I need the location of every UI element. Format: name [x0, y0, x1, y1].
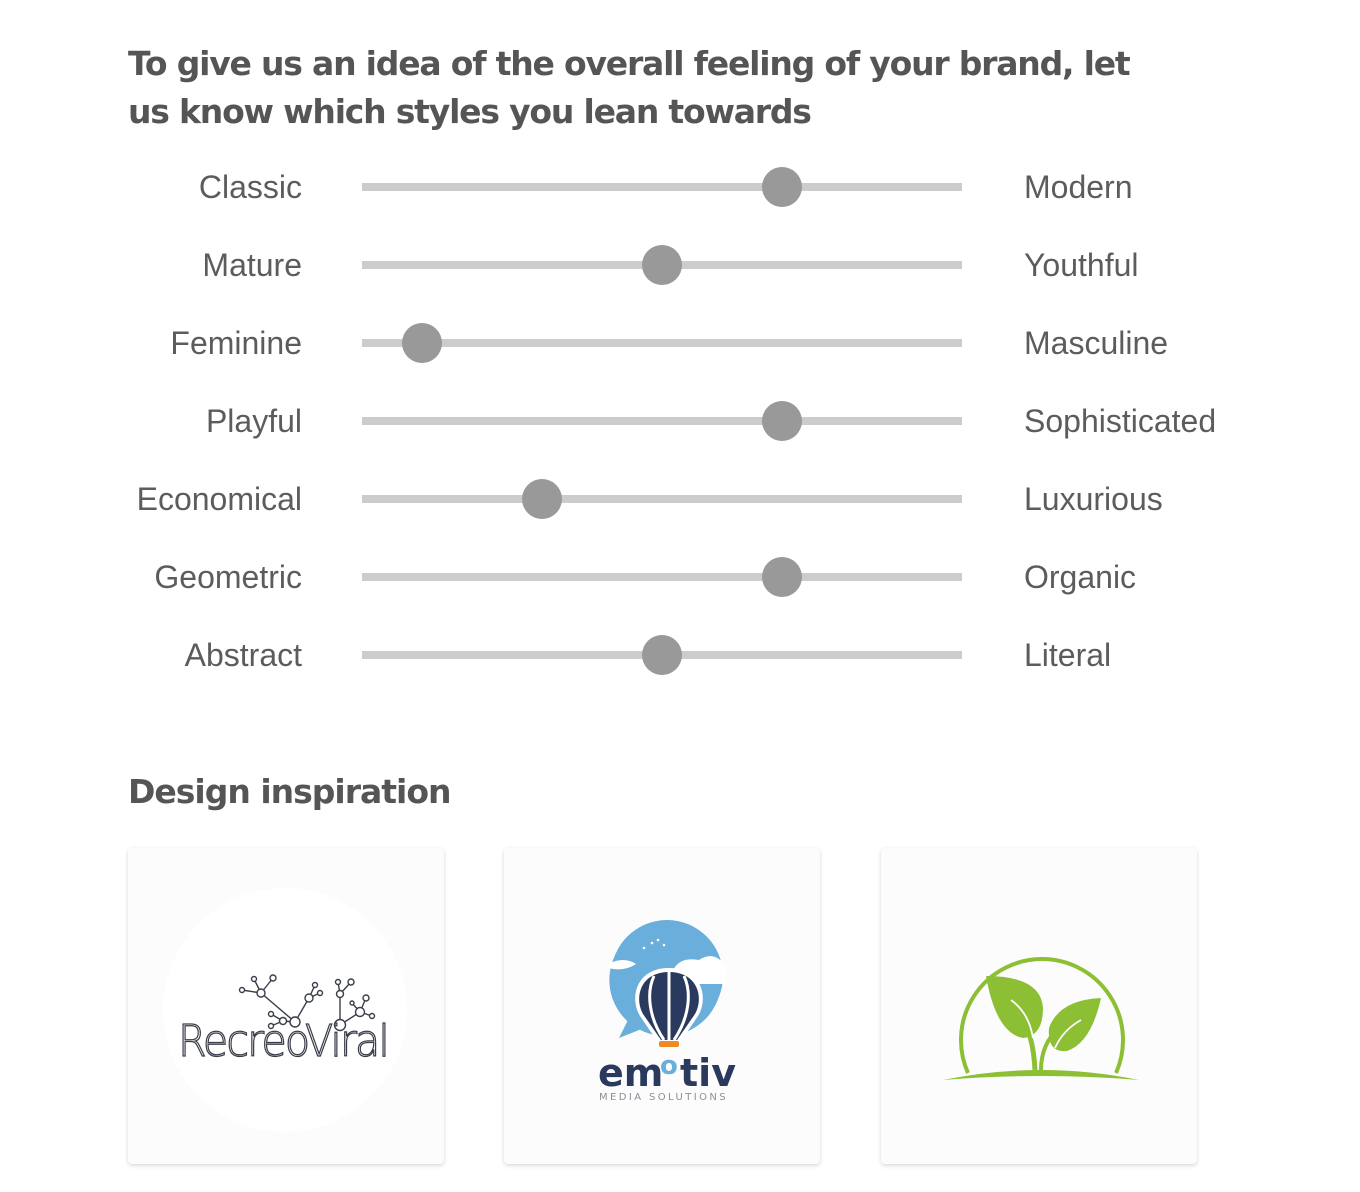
- slider-thumb[interactable]: [762, 401, 802, 441]
- slider-row-abstract-literal: Abstract Literal: [0, 630, 1360, 680]
- page-heading: To give us an idea of the overall feelin…: [128, 44, 1131, 131]
- slider-thumb[interactable]: [762, 167, 802, 207]
- slider-label-right: Luxurious: [1024, 481, 1163, 517]
- slider-thumb[interactable]: [762, 557, 802, 597]
- inspiration-card-sprout[interactable]: [881, 848, 1197, 1164]
- slider-thumb[interactable]: [642, 635, 682, 675]
- slider-label-left: Feminine: [170, 325, 302, 361]
- slider-row-mature-youthful: Mature Youthful: [0, 240, 1360, 290]
- slider-row-classic-modern: Classic Modern: [0, 162, 1360, 212]
- slider-track[interactable]: [362, 479, 962, 519]
- slider-label-left: Classic: [198, 169, 302, 205]
- emotiv-logo: em o tiv MEDIA SOLUTIONS: [598, 920, 736, 1103]
- slider-track[interactable]: [362, 323, 962, 363]
- inspiration-card-recreoviral[interactable]: RecreoViral: [128, 848, 444, 1164]
- slider-row-playful-sophisticated: Playful Sophisticated: [0, 396, 1360, 446]
- emotiv-wordmark-tiv: tiv: [680, 1051, 736, 1095]
- slider-label-right: Sophisticated: [1024, 403, 1217, 439]
- slider-row-economical-luxurious: Economical Luxurious: [0, 474, 1360, 524]
- slider-track[interactable]: [362, 401, 962, 441]
- slider-track[interactable]: [362, 557, 962, 597]
- slider-row-geometric-organic: Geometric Organic: [0, 552, 1360, 602]
- slider-label-left: Geometric: [154, 559, 302, 595]
- emotiv-wordmark-em: em: [598, 1051, 663, 1095]
- slider-label-left: Economical: [136, 481, 302, 517]
- hot-air-balloon-icon: [608, 920, 726, 1047]
- slider-thumb[interactable]: [522, 479, 562, 519]
- slider-row-feminine-masculine: Feminine Masculine: [0, 318, 1360, 368]
- slider-track[interactable]: [362, 635, 962, 675]
- slider-label-left: Mature: [202, 247, 302, 283]
- sprout-logo: [943, 957, 1139, 1080]
- slider-thumb[interactable]: [642, 245, 682, 285]
- slider-thumb[interactable]: [402, 323, 442, 363]
- recreoviral-wordmark: RecreoViral: [178, 1016, 388, 1067]
- slider-label-right: Modern: [1024, 169, 1133, 205]
- recreoviral-logo: RecreoViral: [163, 888, 407, 1132]
- slider-label-right: Organic: [1024, 559, 1137, 595]
- emotiv-tagline: MEDIA SOLUTIONS: [599, 1092, 728, 1103]
- slider-label-left: Playful: [205, 403, 302, 439]
- slider-label-right: Masculine: [1024, 325, 1169, 361]
- design-inspiration-title: Design inspiration: [128, 772, 452, 811]
- sprout-leaf-icon: [943, 957, 1139, 1080]
- slider-label-left: Abstract: [184, 637, 302, 673]
- slider-track[interactable]: [362, 167, 962, 207]
- slider-track[interactable]: [362, 245, 962, 285]
- emotiv-wordmark-o: o: [660, 1051, 678, 1081]
- slider-label-right: Youthful: [1024, 247, 1139, 283]
- inspiration-card-emotiv[interactable]: em o tiv MEDIA SOLUTIONS: [504, 848, 820, 1164]
- slider-label-right: Literal: [1024, 637, 1112, 673]
